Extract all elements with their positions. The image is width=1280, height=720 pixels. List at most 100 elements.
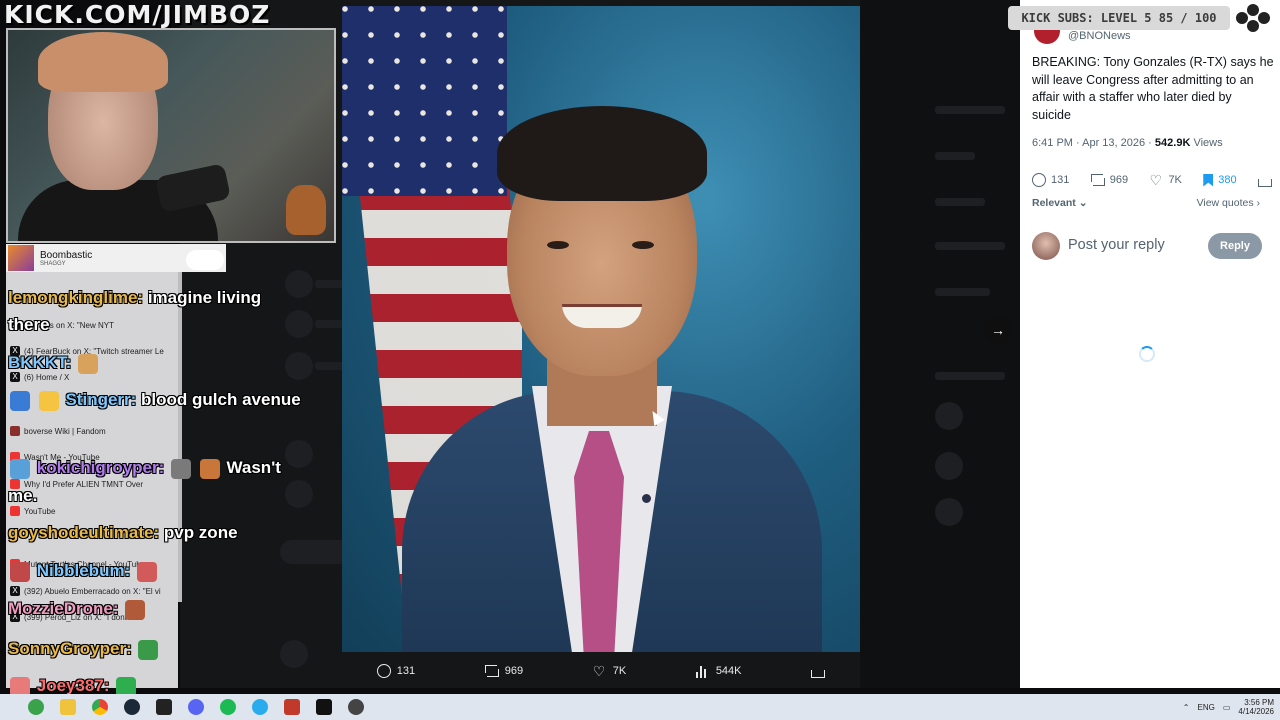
- repost-icon: [1090, 173, 1105, 187]
- media-reply-button[interactable]: 131: [376, 664, 416, 678]
- app-icon[interactable]: [316, 699, 332, 715]
- browser-tab[interactable]: YouTube: [10, 506, 176, 516]
- clock[interactable]: 3:56 PM 4/14/2026: [1238, 698, 1274, 716]
- tweet-view-count: 542.9K: [1154, 137, 1191, 149]
- stream-banner: KICK.COM/JIMBOZ: [4, 0, 271, 29]
- heart-icon: ♡: [1149, 172, 1162, 188]
- spotify-icon[interactable]: [220, 699, 236, 715]
- media-like-button[interactable]: ♡ 7K: [593, 664, 626, 678]
- file-explorer-icon[interactable]: [60, 699, 76, 715]
- chat-username: lemongkinglime:: [8, 288, 144, 307]
- browser-tab[interactable]: X (392) Abuelo Emberracado on X: "El vi: [10, 586, 176, 596]
- chrome-icon[interactable]: [92, 699, 108, 715]
- media-views-count: 544K: [715, 665, 742, 677]
- chat-username: Nibblebum:: [36, 561, 131, 580]
- song-artist: SHAGGY: [40, 260, 66, 267]
- song-title: Boombastic: [40, 249, 93, 261]
- chat-badge-icon: [10, 390, 30, 411]
- reply-submit-button[interactable]: Reply: [1208, 233, 1262, 259]
- clock-date: 4/14/2026: [1238, 707, 1274, 716]
- reply-button[interactable]: 131: [1032, 173, 1069, 187]
- tweet-time[interactable]: 6:41 PM · Apr 13, 2026 ·: [1032, 137, 1152, 149]
- chat-username: BKKKT:: [8, 353, 72, 372]
- chat-emote-icon: [125, 599, 146, 620]
- chat-emote-icon: [199, 458, 220, 479]
- album-art: [8, 245, 34, 271]
- reply-count: 131: [1051, 174, 1070, 186]
- media-repost-button[interactable]: 969: [484, 664, 524, 678]
- chat-username: MozzieDrone:: [8, 599, 119, 618]
- right-eye: [632, 241, 654, 249]
- repost-count: 969: [1109, 174, 1129, 186]
- user-avatar[interactable]: [1032, 232, 1060, 260]
- repost-icon: [484, 664, 499, 678]
- windows-taskbar: ⌃ ENG ▭ 3:56 PM 4/14/2026: [0, 694, 1280, 720]
- reply-bubble-icon: [376, 664, 391, 678]
- chat-message: BKKKT:: [8, 353, 100, 374]
- kick-logo-icon: [1236, 4, 1270, 32]
- chat-badge-icon: [38, 390, 59, 411]
- terminal-icon[interactable]: [156, 699, 172, 715]
- anime-avatar-icon: [286, 185, 326, 235]
- youtube-icon: [10, 506, 20, 516]
- chat-username: goyshodeultimate:: [8, 523, 160, 542]
- share-icon: [811, 670, 826, 678]
- app-icon[interactable]: [284, 699, 300, 715]
- telegram-icon[interactable]: [252, 699, 268, 715]
- pepe-start-icon[interactable]: [28, 699, 44, 715]
- x-logo-icon: X: [10, 586, 20, 596]
- share-icon: [1257, 179, 1272, 187]
- next-media-arrow-icon[interactable]: →: [984, 316, 1012, 344]
- reply-input[interactable]: Post your reply: [1068, 237, 1165, 253]
- webcam-feed: [6, 28, 336, 243]
- steam-icon[interactable]: [124, 699, 140, 715]
- chat-text: blood gulch avenue: [141, 390, 301, 409]
- tweet-media-photo[interactable]: [342, 6, 860, 652]
- chevron-up-icon[interactable]: ⌃: [1183, 703, 1190, 712]
- media-repost-count: 969: [504, 665, 524, 677]
- media-share-button[interactable]: [811, 664, 826, 678]
- chat-message: kokichigroyper: Wasn't: [8, 458, 281, 479]
- tweet-views-label: Views: [1193, 137, 1223, 149]
- chat-username: SonnyGroyper:: [8, 639, 132, 658]
- clock-time: 3:56 PM: [1244, 698, 1274, 707]
- subs-goal-bar: KICK SUBS: LEVEL 5 85 / 100: [1008, 6, 1230, 30]
- chat-emote-icon: [136, 561, 157, 582]
- bookmark-count: 380: [1218, 174, 1237, 186]
- tweet-text: BREAKING: Tony Gonzales (R-TX) says he w…: [1032, 55, 1274, 122]
- language-indicator[interactable]: ENG: [1198, 703, 1215, 712]
- media-like-count: 7K: [612, 665, 627, 677]
- smile: [562, 304, 642, 328]
- network-icon[interactable]: ▭: [1223, 703, 1231, 712]
- repost-button[interactable]: 969: [1090, 173, 1129, 187]
- sort-replies-dropdown[interactable]: Relevant ⌄: [1032, 197, 1088, 209]
- view-quotes-link[interactable]: View quotes ›: [1197, 197, 1260, 209]
- tab-list-scrollbar[interactable]: [178, 272, 182, 602]
- fandom-icon: [10, 426, 20, 436]
- heart-icon: ♡: [592, 663, 606, 679]
- discord-icon[interactable]: [188, 699, 204, 715]
- like-button[interactable]: ♡ 7K: [1149, 173, 1181, 187]
- tweet-handle[interactable]: @BNONews: [1068, 30, 1131, 42]
- bookmark-button[interactable]: 380: [1203, 173, 1237, 187]
- chat-message-continued: me.: [8, 486, 37, 506]
- chevron-down-icon: ⌄: [1078, 197, 1088, 209]
- left-eye: [547, 241, 569, 249]
- obs-icon[interactable]: [348, 699, 364, 715]
- loading-spinner-icon: [1139, 346, 1155, 362]
- chat-text: imagine living: [147, 288, 262, 307]
- bookmark-icon: [1203, 173, 1214, 187]
- tweet-actions: 131 969 ♡ 7K 380: [1032, 173, 1272, 187]
- chat-message: goyshodeultimate: pvp zone: [8, 523, 238, 543]
- lapel-pin: [642, 494, 651, 503]
- browser-tab[interactable]: boverse Wiki | Fandom: [10, 426, 176, 436]
- share-button[interactable]: [1257, 173, 1272, 187]
- chevron-right-icon: ›: [1256, 197, 1261, 209]
- media-reply-count: 131: [396, 665, 416, 677]
- media-views-button[interactable]: 544K: [695, 664, 742, 678]
- chat-username: Stingerr:: [65, 390, 137, 409]
- chat-text: pvp zone: [163, 523, 238, 542]
- chat-message: SonnyGroyper:: [8, 639, 160, 660]
- tweet-detail-panel: @BNONews BREAKING: Tony Gonzales (R-TX) …: [1020, 0, 1280, 688]
- chat-emote-icon: [171, 458, 192, 479]
